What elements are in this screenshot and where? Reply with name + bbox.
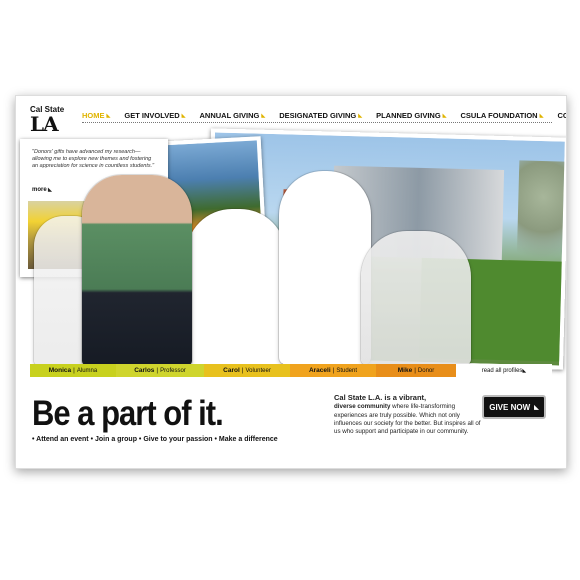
profile-name-bar: Monica | Alumna Carlos | Professor Carol | Vol… bbox=[30, 364, 552, 377]
profile-tab-carlos[interactable]: Carlos | Professor bbox=[116, 364, 204, 377]
profile-carol-silhouette[interactable] bbox=[186, 209, 286, 365]
more-link[interactable]: more bbox=[32, 187, 52, 193]
profile-role: Alumna bbox=[76, 367, 98, 374]
blurb-lead: Cal State L.A. is a vibrant, bbox=[334, 393, 427, 402]
arrow-icon: ◣ bbox=[534, 404, 539, 411]
profile-name: Araceli bbox=[308, 367, 331, 374]
give-now-button[interactable]: GIVE NOW ◣ bbox=[482, 395, 546, 419]
profile-name: Monica bbox=[48, 367, 72, 374]
intro-blurb: Cal State L.A. is a vibrant, diverse com… bbox=[334, 393, 484, 437]
read-all-profiles-link[interactable]: read all profiles bbox=[456, 364, 552, 377]
profile-mike-figure[interactable] bbox=[361, 231, 471, 365]
call-to-action-list: • Attend an event • Join a group • Give … bbox=[32, 436, 278, 443]
nav-divider bbox=[82, 122, 552, 123]
profile-araceli-silhouette[interactable] bbox=[279, 171, 371, 365]
nav-contact-us[interactable]: CONTACT US bbox=[557, 111, 566, 120]
profile-name: Carol bbox=[223, 367, 240, 374]
nav-get-involved[interactable]: GET INVOLVED bbox=[124, 111, 185, 120]
blurb-lead-2: diverse community bbox=[334, 403, 391, 411]
nav-planned-giving[interactable]: PLANNED GIVING bbox=[376, 111, 446, 120]
profile-carlos-figure[interactable] bbox=[82, 175, 192, 365]
nav-designated-giving[interactable]: DESIGNATED GIVING bbox=[279, 111, 362, 120]
profile-role: Volunteer bbox=[245, 367, 271, 374]
testimonial-quote: "Donors' gifts have advanced my research… bbox=[32, 149, 155, 170]
profile-tab-araceli[interactable]: Araceli | Student bbox=[290, 364, 376, 377]
profile-name: Mike bbox=[397, 367, 413, 374]
profile-tab-carol[interactable]: Carol | Volunteer bbox=[204, 364, 290, 377]
profile-role: Donor bbox=[417, 367, 435, 374]
profile-role: Student bbox=[336, 367, 358, 374]
give-now-label: GIVE NOW bbox=[489, 402, 531, 412]
profile-tab-mike[interactable]: Mike | Donor bbox=[376, 364, 456, 377]
photo-collage: "Donors' gifts have advanced my research… bbox=[16, 128, 566, 370]
profile-role: Professor bbox=[160, 367, 186, 374]
main-nav: HOME GET INVOLVED ANNUAL GIVING DESIGNAT… bbox=[82, 111, 566, 120]
profile-tab-monica[interactable]: Monica | Alumna bbox=[30, 364, 116, 377]
profile-name: Carlos bbox=[134, 367, 155, 374]
nav-csula-foundation[interactable]: CSULA FOUNDATION bbox=[461, 111, 544, 120]
website-frame: Cal State LA HOME GET INVOLVED ANNUAL GI… bbox=[15, 95, 567, 469]
page-headline: Be a part of it. bbox=[32, 393, 224, 434]
nav-annual-giving[interactable]: ANNUAL GIVING bbox=[200, 111, 266, 120]
nav-home[interactable]: HOME bbox=[82, 111, 110, 120]
